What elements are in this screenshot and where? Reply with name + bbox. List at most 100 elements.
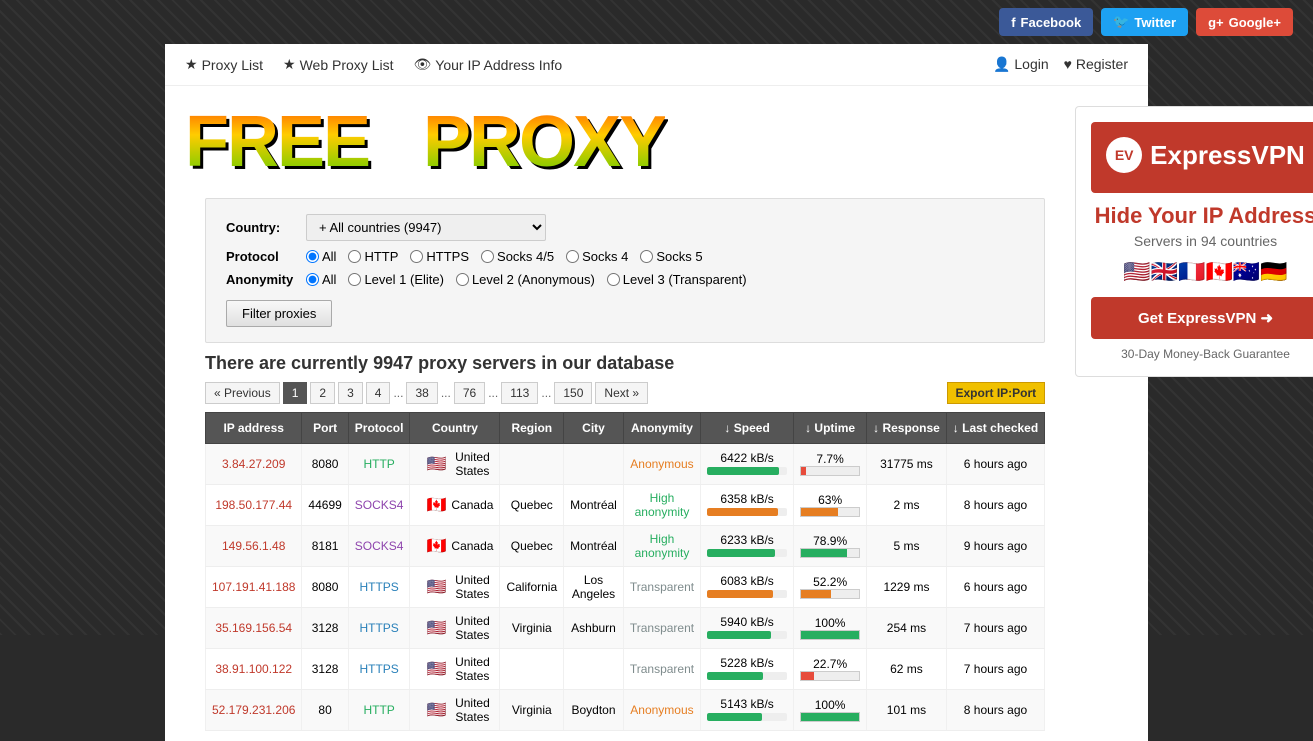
export-button[interactable]: Export IP:Port	[947, 382, 1046, 404]
country-flag: 🇺🇸	[426, 618, 446, 638]
table-wrapper: IP address Port Protocol Country Region …	[205, 412, 1045, 731]
col-last-checked[interactable]: ↓ Last checked	[946, 413, 1044, 444]
next-page-button[interactable]: Next »	[595, 382, 648, 404]
col-response[interactable]: ↓ Response	[867, 413, 947, 444]
page-2-button[interactable]: 2	[310, 382, 335, 404]
speed-bar-container	[707, 590, 787, 598]
table-row: 3.84.27.209 8080 HTTP 🇺🇸 United States A…	[206, 444, 1045, 485]
anon-level3[interactable]: Level 3 (Transparent)	[607, 272, 747, 287]
login-link[interactable]: 👤 Login	[993, 56, 1049, 73]
uptime-bar-inner	[801, 672, 814, 680]
cell-ip: 149.56.1.48	[206, 526, 302, 567]
uptime-container: 63%	[800, 493, 860, 517]
uptime-bar-outer	[800, 589, 860, 599]
hero-left: FREE PROXY Country: + All countries (994…	[185, 96, 1065, 731]
country-name: United States	[451, 614, 493, 642]
cell-anonymity: Transparent	[623, 649, 700, 690]
facebook-icon: f	[1011, 15, 1015, 30]
cell-protocol: HTTPS	[348, 567, 410, 608]
ip-link[interactable]: 38.91.100.122	[215, 662, 292, 676]
google-button[interactable]: g+ Google+	[1196, 8, 1293, 36]
protocol-socks45[interactable]: Socks 4/5	[481, 249, 554, 264]
vpn-get-button[interactable]: Get ExpressVPN ➜	[1091, 297, 1313, 339]
speed-bar	[707, 467, 779, 475]
uptime-bar-outer	[800, 712, 860, 722]
page-1-button[interactable]: 1	[283, 382, 308, 404]
protocol-row: Protocol All HTTP HTTPS Socks 4/5 Socks …	[226, 249, 1024, 264]
protocol-socks5[interactable]: Socks 5	[640, 249, 702, 264]
anon-level1[interactable]: Level 1 (Elite)	[348, 272, 443, 287]
anonymity-label: Anonymity	[226, 272, 306, 287]
speed-bar	[707, 508, 777, 516]
country-select[interactable]: + All countries (9947)	[306, 214, 546, 241]
cell-uptime: 22.7%	[794, 649, 867, 690]
cell-speed: 6083 kB/s	[701, 567, 794, 608]
cell-ip: 198.50.177.44	[206, 485, 302, 526]
ip-address-link[interactable]: 👁 Your IP Address Info	[413, 56, 562, 73]
cell-response: 1229 ms	[867, 567, 947, 608]
nav-right: 👤 Login ♥ Register	[993, 56, 1128, 73]
ip-link[interactable]: 35.169.156.54	[215, 621, 292, 635]
speed-value: 6233 kB/s	[707, 533, 787, 547]
page-150-button[interactable]: 150	[554, 382, 592, 404]
ip-link[interactable]: 198.50.177.44	[215, 498, 292, 512]
cell-uptime: 52.2%	[794, 567, 867, 608]
speed-value: 5228 kB/s	[707, 656, 787, 670]
filter-proxies-button[interactable]: Filter proxies	[226, 300, 332, 327]
col-uptime[interactable]: ↓ Uptime	[794, 413, 867, 444]
speed-bar-container	[707, 467, 787, 475]
cell-speed: 5228 kB/s	[701, 649, 794, 690]
cell-city: Montréal	[564, 485, 624, 526]
uptime-container: 22.7%	[800, 657, 860, 681]
social-bar: f Facebook 🐦 Twitter g+ Google+	[0, 0, 1313, 44]
col-speed[interactable]: ↓ Speed	[701, 413, 794, 444]
nav-bar: ★ Proxy List ★ Web Proxy List 👁 Your IP …	[165, 44, 1148, 86]
protocol-all[interactable]: All	[306, 249, 336, 264]
page-3-button[interactable]: 3	[338, 382, 363, 404]
page-38-button[interactable]: 38	[406, 382, 437, 404]
web-proxy-list-link[interactable]: ★ Web Proxy List	[283, 56, 393, 73]
page-113-button[interactable]: 113	[501, 382, 538, 404]
cell-speed: 6422 kB/s	[701, 444, 794, 485]
facebook-button[interactable]: f Facebook	[999, 8, 1093, 36]
cell-ip: 3.84.27.209	[206, 444, 302, 485]
cell-ip: 38.91.100.122	[206, 649, 302, 690]
anonymity-row: Anonymity All Level 1 (Elite) Level 2 (A…	[226, 272, 1024, 287]
protocol-socks4[interactable]: Socks 4	[566, 249, 628, 264]
vpn-tagline: Hide Your IP Address	[1091, 203, 1313, 229]
prev-page-button[interactable]: « Previous	[205, 382, 280, 404]
table-row: 52.179.231.206 80 HTTP 🇺🇸 United States …	[206, 690, 1045, 731]
hero-right: EV ExpressVPN Hide Your IP Address Serve…	[1065, 96, 1313, 731]
cell-country: 🇨🇦 Canada	[410, 526, 500, 567]
ip-link[interactable]: 149.56.1.48	[222, 539, 285, 553]
main-container: ★ Proxy List ★ Web Proxy List 👁 Your IP …	[165, 44, 1148, 741]
ip-link[interactable]: 107.191.41.188	[212, 580, 295, 594]
protocol-http[interactable]: HTTP	[348, 249, 398, 264]
page-4-button[interactable]: 4	[366, 382, 391, 404]
ip-link[interactable]: 3.84.27.209	[222, 457, 285, 471]
cell-response: 101 ms	[867, 690, 947, 731]
ip-link[interactable]: 52.179.231.206	[212, 703, 295, 717]
proxy-list-link[interactable]: ★ Proxy List	[185, 56, 263, 73]
country-flag: 🇺🇸	[426, 454, 446, 474]
cell-country: 🇺🇸 United States	[410, 567, 500, 608]
cell-protocol: HTTPS	[348, 608, 410, 649]
logo-text: FREE PROXY	[185, 106, 665, 178]
page-76-button[interactable]: 76	[454, 382, 485, 404]
anon-all[interactable]: All	[306, 272, 336, 287]
protocol-https[interactable]: HTTPS	[410, 249, 469, 264]
anon-level2[interactable]: Level 2 (Anonymous)	[456, 272, 595, 287]
cell-city: Montréal	[564, 526, 624, 567]
cell-last-checked: 8 hours ago	[946, 690, 1044, 731]
cell-last-checked: 9 hours ago	[946, 526, 1044, 567]
col-anonymity: Anonymity	[623, 413, 700, 444]
cell-speed: 6358 kB/s	[701, 485, 794, 526]
cell-anonymity: Transparent	[623, 567, 700, 608]
cell-region: California	[500, 567, 564, 608]
country-name: United States	[451, 655, 493, 683]
uptime-bar-inner	[801, 590, 831, 598]
twitter-button[interactable]: 🐦 Twitter	[1101, 8, 1188, 36]
speed-value: 6083 kB/s	[707, 574, 787, 588]
cell-ip: 107.191.41.188	[206, 567, 302, 608]
register-link[interactable]: ♥ Register	[1064, 56, 1128, 73]
